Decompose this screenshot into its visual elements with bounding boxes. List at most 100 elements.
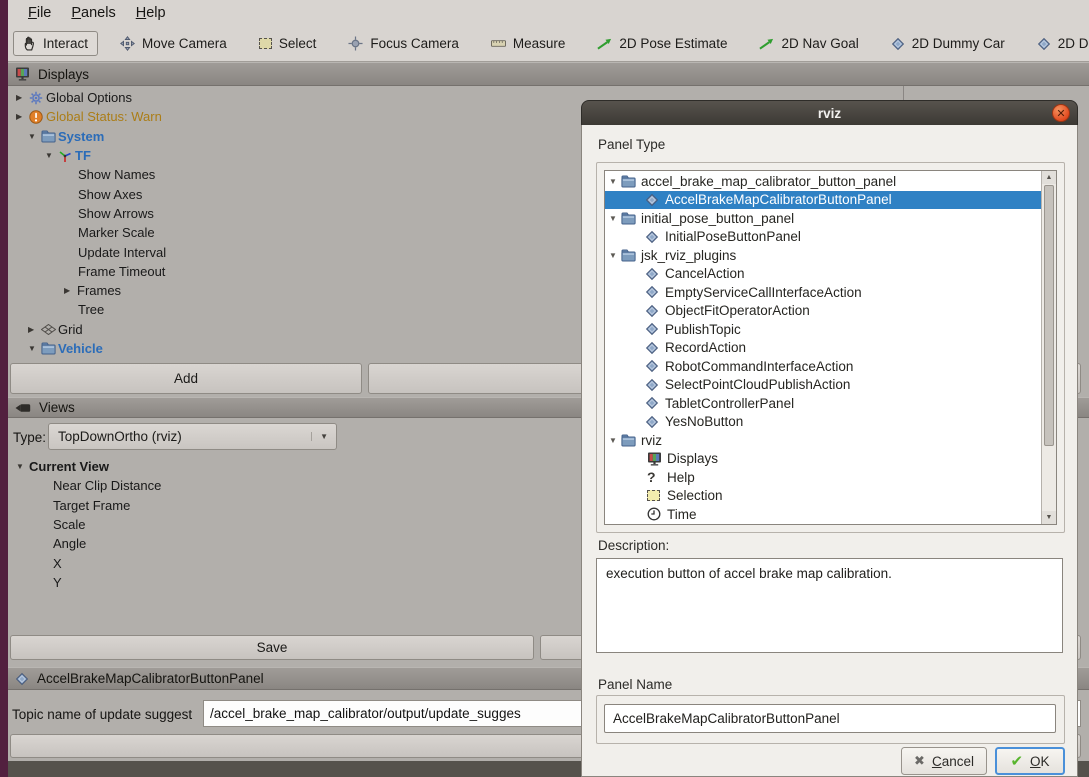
save-button[interactable]: Save <box>10 635 534 660</box>
list-item[interactable]: EmptyServiceCallInterfaceAction <box>605 283 1042 302</box>
tree-item-label: Y <box>53 575 62 590</box>
list-item-selected[interactable]: AccelBrakeMapCalibratorButtonPanel <box>605 191 1042 210</box>
list-item[interactable]: SelectPointCloudPublishAction <box>605 376 1042 395</box>
panel-type-dialog: rviz ✕ Panel Type ▼ accel_brake_map_calib… <box>581 100 1078 777</box>
expander-expanded-icon[interactable]: ▼ <box>605 177 621 186</box>
tool-measure[interactable]: Measure <box>481 31 576 56</box>
tool-2d-dummy-car[interactable]: 2D Dummy Car <box>881 31 1015 56</box>
tool-label: Move Camera <box>142 36 227 51</box>
panel-name-input[interactable]: AccelBrakeMapCalibratorButtonPanel <box>604 704 1056 733</box>
expander-expanded-icon[interactable]: ▼ <box>16 462 29 471</box>
focus-crosshair-icon <box>348 36 363 51</box>
close-icon[interactable]: ✕ <box>1052 104 1070 122</box>
tool-2d-dummy-pedestrian[interactable]: 2D Dummy Pedestrian <box>1027 31 1089 56</box>
tool-label: Interact <box>43 36 88 51</box>
list-item-folder[interactable]: ▼ initial_pose_button_panel <box>605 209 1042 228</box>
description-box: execution button of accel brake map cali… <box>596 558 1063 653</box>
folder-icon <box>621 434 636 447</box>
tree-item-label: Current View <box>29 459 109 474</box>
add-button[interactable]: Add <box>10 363 362 394</box>
panel-type-list-rows: ▼ accel_brake_map_calibrator_button_panel… <box>605 172 1042 524</box>
tool-select[interactable]: Select <box>249 31 327 56</box>
expander-expanded-icon[interactable]: ▼ <box>605 214 621 223</box>
cancel-button[interactable]: ✖ Cancel <box>901 747 987 775</box>
dialog-title: rviz <box>818 106 841 121</box>
menu-help[interactable]: Help <box>126 3 176 23</box>
expander-expanded-icon[interactable]: ▼ <box>45 151 58 160</box>
list-item[interactable]: RobotCommandInterfaceAction <box>605 357 1042 376</box>
rviz-window: File Panels Help Interact Move Camera Se… <box>0 0 1089 777</box>
expander-collapsed-icon[interactable]: ▶ <box>16 93 29 102</box>
list-item[interactable]: Time <box>605 505 1042 524</box>
list-item-folder[interactable]: ▼jsk_rviz_plugins <box>605 246 1042 265</box>
folder-icon <box>41 342 56 355</box>
tree-item-label: Grid <box>58 322 83 337</box>
list-item[interactable]: ObjectFitOperatorAction <box>605 302 1042 321</box>
ok-button[interactable]: ✔ OK <box>995 747 1065 775</box>
expander-expanded-icon[interactable]: ▼ <box>605 251 621 260</box>
scrollbar[interactable]: ▲ ▼ <box>1041 171 1056 524</box>
list-item[interactable]: RecordAction <box>605 339 1042 358</box>
list-item[interactable]: YesNoButton <box>605 413 1042 432</box>
list-item[interactable]: Displays <box>605 450 1042 469</box>
expander-expanded-icon[interactable]: ▼ <box>28 132 41 141</box>
chevron-down-icon: ▼ <box>311 432 336 441</box>
expander-collapsed-icon[interactable]: ▶ <box>64 286 77 295</box>
menu-bar: File Panels Help <box>8 0 1089 26</box>
list-item[interactable]: ?Help <box>605 468 1042 487</box>
list-item-folder[interactable]: ▼ accel_brake_map_calibrator_button_panel <box>605 172 1042 191</box>
list-item-label: accel_brake_map_calibrator_button_panel <box>641 174 896 189</box>
panel-type-label: Panel Type <box>598 137 665 152</box>
plugin-diamond-icon <box>645 378 659 392</box>
tool-2d-pose-estimate[interactable]: 2D Pose Estimate <box>587 31 737 56</box>
scroll-up-icon[interactable]: ▲ <box>1042 171 1056 184</box>
plugin-diamond-icon <box>891 37 905 51</box>
plugin-diamond-icon <box>645 359 659 373</box>
folder-icon <box>621 249 636 262</box>
list-item[interactable]: PublishTopic <box>605 320 1042 339</box>
hand-icon <box>23 36 36 51</box>
list-item[interactable]: TabletControllerPanel <box>605 394 1042 413</box>
menu-file[interactable]: File <box>18 3 61 23</box>
list-item[interactable]: CancelAction <box>605 265 1042 284</box>
tool-focus-camera[interactable]: Focus Camera <box>338 31 469 56</box>
plugin-diamond-icon <box>645 415 659 429</box>
green-arrow-icon <box>759 38 774 50</box>
tree-item-label: Target Frame <box>53 498 130 513</box>
plugin-diamond-icon <box>645 322 659 336</box>
expander-collapsed-icon[interactable]: ▶ <box>28 325 41 334</box>
list-item[interactable]: InitialPoseButtonPanel <box>605 228 1042 247</box>
view-type-combobox[interactable]: TopDownOrtho (rviz) ▼ <box>48 423 337 450</box>
scrollbar-handle[interactable] <box>1044 185 1054 446</box>
panel-name-groupbox: AccelBrakeMapCalibratorButtonPanel <box>596 695 1065 744</box>
expander-expanded-icon[interactable]: ▼ <box>605 436 621 445</box>
list-item-label: AccelBrakeMapCalibratorButtonPanel <box>665 192 892 207</box>
list-item-label: initial_pose_button_panel <box>641 211 794 226</box>
list-item-label: ObjectFitOperatorAction <box>665 303 810 318</box>
save-button-label: Save <box>257 640 288 655</box>
scroll-down-icon[interactable]: ▼ <box>1042 511 1056 524</box>
tool-move-camera[interactable]: Move Camera <box>110 31 237 56</box>
plugin-diamond-icon <box>645 396 659 410</box>
tree-item-label: Marker Scale <box>78 225 155 240</box>
list-item-label: RecordAction <box>665 340 746 355</box>
tool-2d-nav-goal[interactable]: 2D Nav Goal <box>749 31 868 56</box>
toolbar: Interact Move Camera Select Focus Camera… <box>8 26 1089 62</box>
list-item[interactable]: Selection <box>605 487 1042 506</box>
question-mark-icon: ? <box>647 469 667 485</box>
list-item-folder[interactable]: ▼rviz <box>605 431 1042 450</box>
tree-item-label: Near Clip Distance <box>53 478 161 493</box>
ok-button-label: OK <box>1030 754 1050 769</box>
menu-panels[interactable]: Panels <box>61 3 125 23</box>
displays-panel-header[interactable]: Displays <box>8 62 1089 86</box>
panel-type-list[interactable]: ▼ accel_brake_map_calibrator_button_panel… <box>604 170 1057 525</box>
plugin-diamond-icon <box>645 267 659 281</box>
expander-collapsed-icon[interactable]: ▶ <box>16 112 29 121</box>
expander-expanded-icon[interactable]: ▼ <box>28 344 41 353</box>
tree-item-label: Frame Timeout <box>78 264 165 279</box>
cancel-button-label: Cancel <box>932 754 974 769</box>
dialog-title-bar[interactable]: rviz ✕ <box>581 100 1078 125</box>
add-button-label: Add <box>174 371 198 386</box>
selection-box-icon <box>259 38 272 49</box>
tool-interact[interactable]: Interact <box>13 31 98 56</box>
